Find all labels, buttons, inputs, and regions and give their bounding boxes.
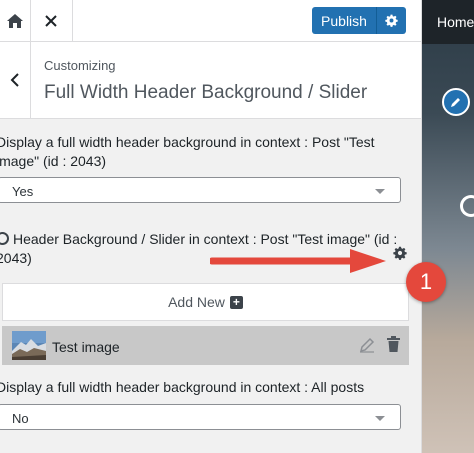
breadcrumb: Customizing [44,58,116,73]
plus-square-icon: + [229,295,243,309]
post-display-label: Display a full width header background i… [0,134,375,169]
edit-slide-button[interactable] [359,337,375,358]
all-posts-value: No [12,411,29,426]
dropdown-caret-icon [375,416,385,421]
annotation-badge: 1 [406,262,446,302]
gear-icon [385,14,398,27]
home-button[interactable] [0,0,31,41]
preview-decoration [460,195,474,217]
edit-shortcut-button[interactable] [442,88,470,116]
site-preview[interactable]: Home [421,0,474,453]
back-button[interactable] [0,42,31,118]
close-customizer-button[interactable] [30,0,73,41]
slider-settings-button[interactable] [393,246,407,265]
gear-icon [393,246,407,260]
all-posts-select[interactable]: No [0,404,401,430]
trash-icon [387,336,400,352]
preview-nav-home[interactable]: Home [437,14,474,30]
preview-nav-bar: Home [422,0,474,44]
slide-thumbnail [12,331,46,360]
section-title: Full Width Header Background / Slider [44,82,368,103]
close-icon [45,14,57,27]
radio-circle-icon [0,232,9,245]
pencil-icon [451,98,460,107]
back-chevron-icon [10,73,19,87]
post-display-value: Yes [12,184,34,199]
delete-slide-button[interactable] [387,336,400,357]
publish-settings-button[interactable] [376,7,406,34]
dropdown-caret-icon [375,189,385,194]
add-new-label: Add New [168,294,225,310]
slide-item-title: Test image [52,339,120,355]
section-header: Customizing Full Width Header Background… [0,42,421,119]
add-new-slide-button[interactable]: Add New + [2,283,409,321]
pencil-icon [359,337,375,353]
post-display-select[interactable]: Yes [0,177,401,203]
publish-button[interactable]: Publish [312,7,376,34]
annotation-arrow-icon [210,249,386,273]
home-icon [7,13,23,28]
slide-item[interactable]: Test image [2,326,409,365]
publish-group: Publish [312,7,406,34]
customizer-top-bar: Publish [0,0,421,42]
all-posts-label: Display a full width header background i… [0,379,365,395]
